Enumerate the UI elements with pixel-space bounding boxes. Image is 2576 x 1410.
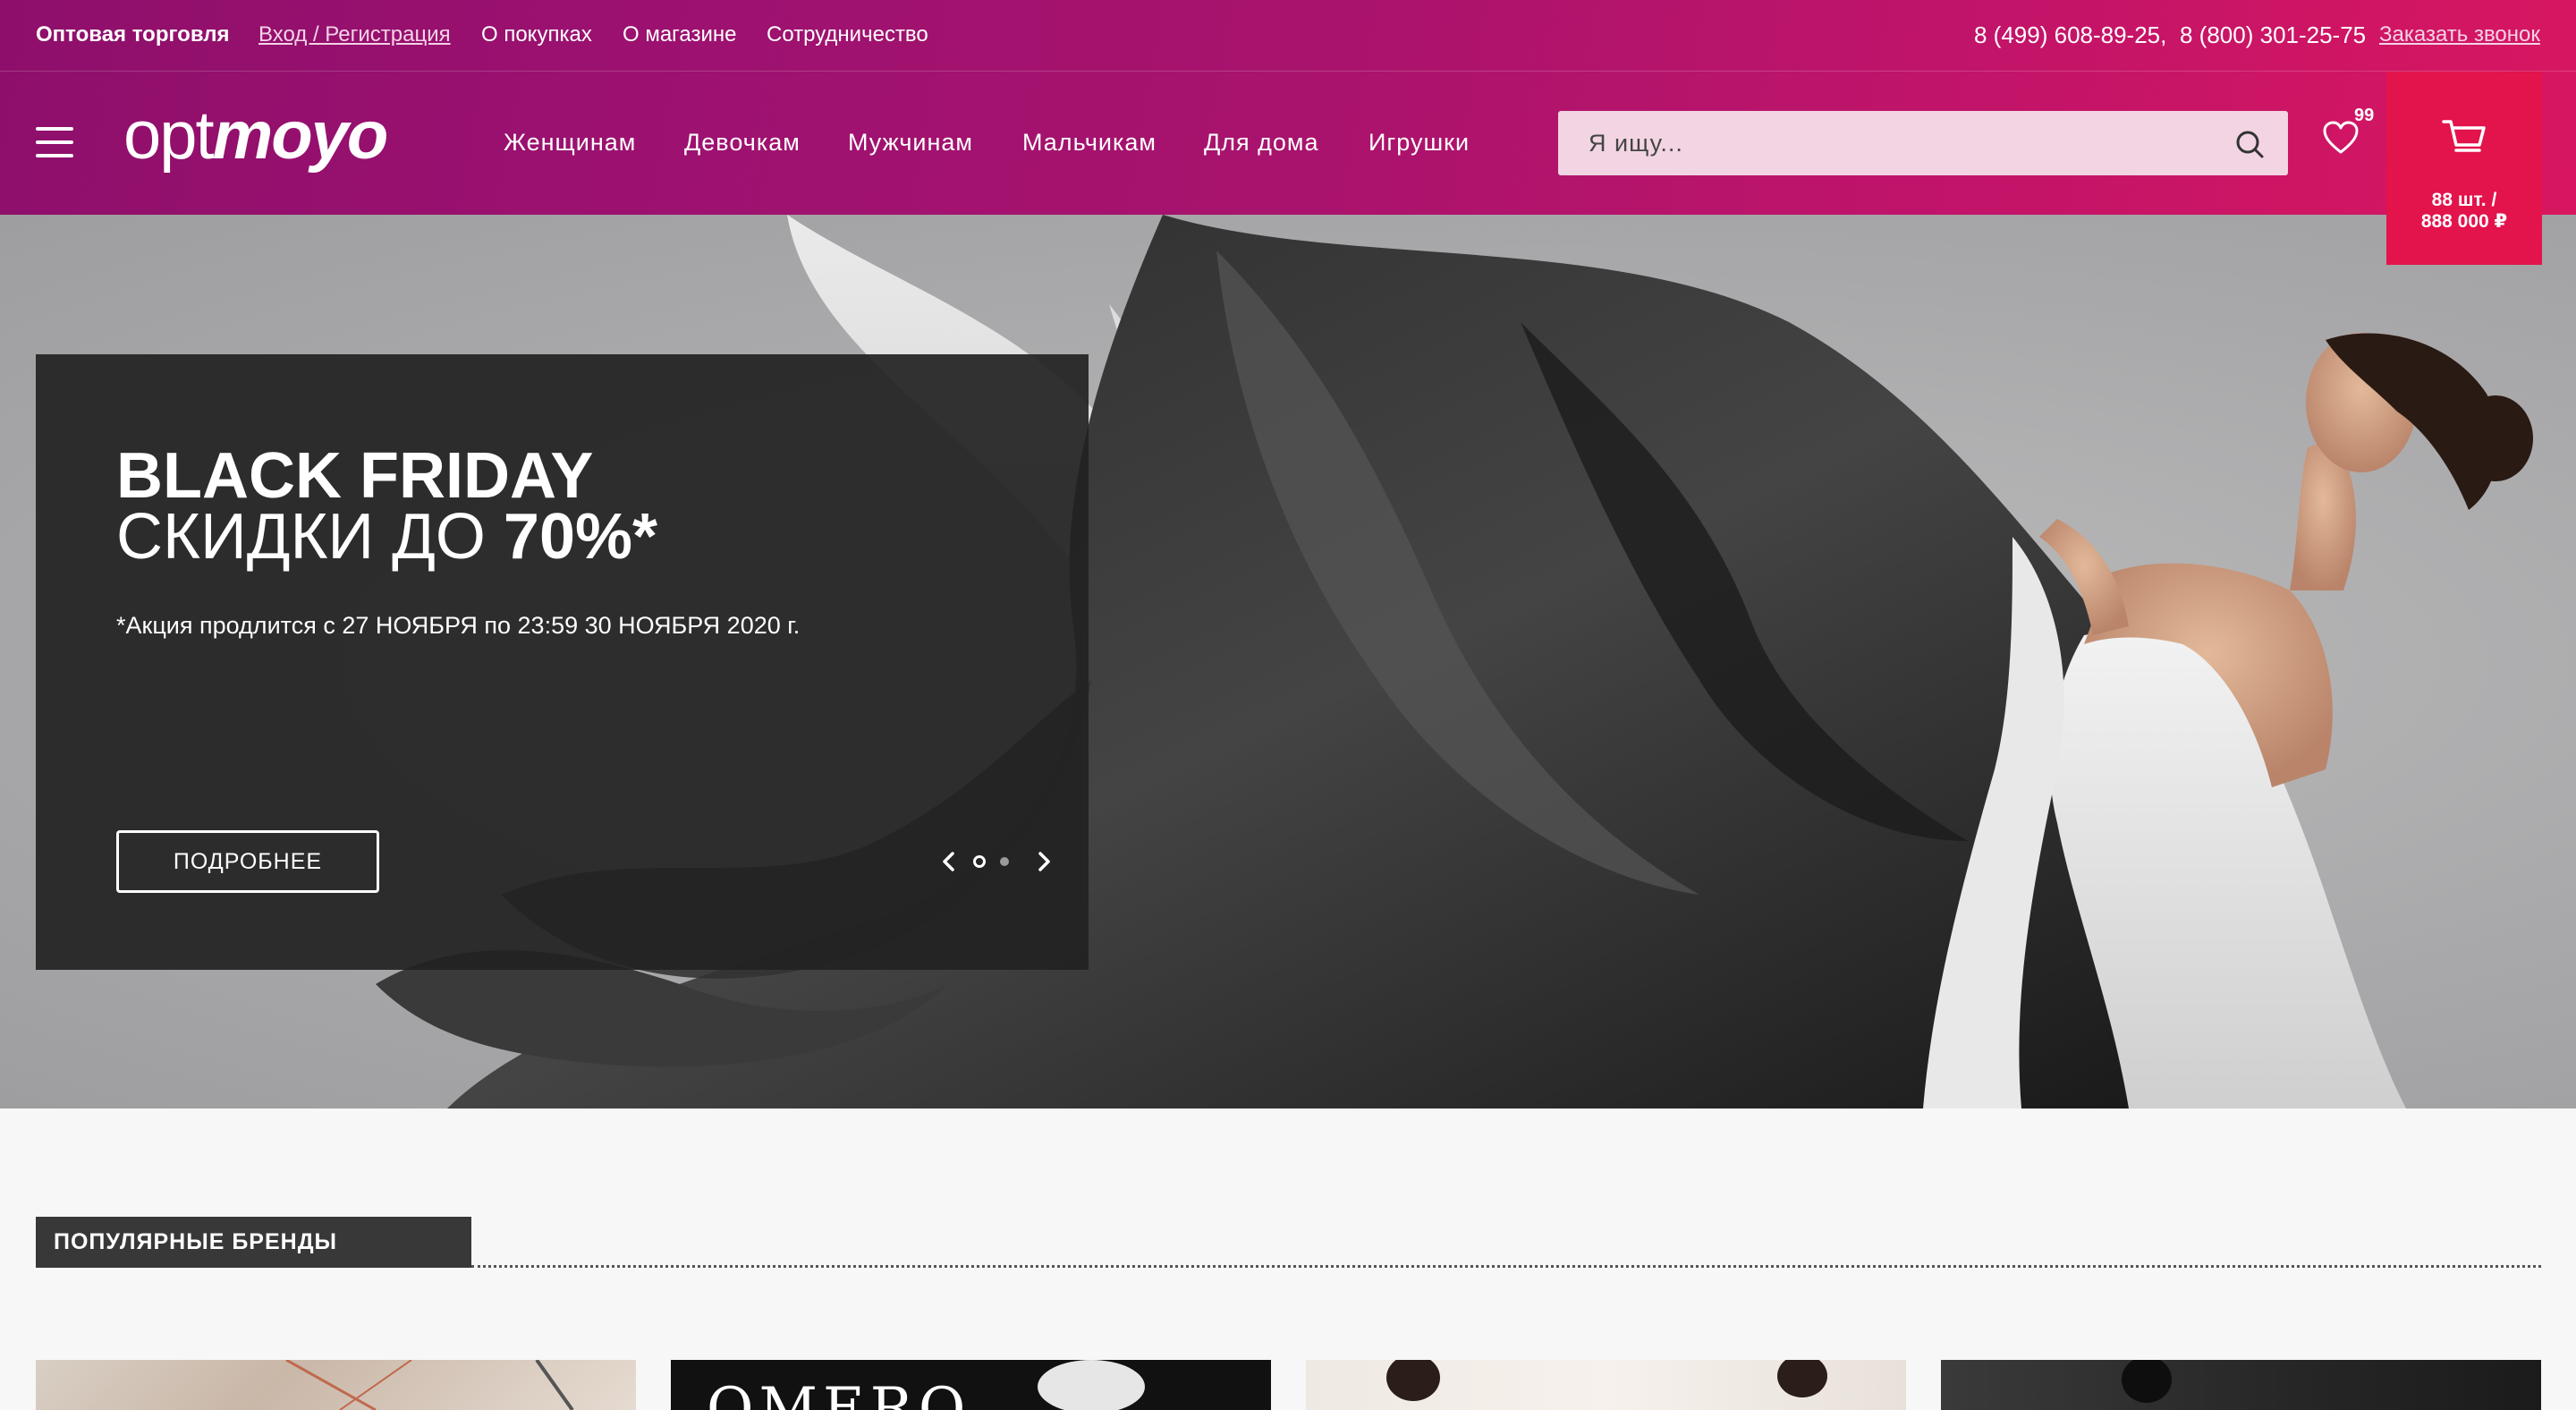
site-header: Оптовая торговля Вход / Регистрация О по… — [0, 0, 2576, 215]
brand-card[interactable] — [1306, 1360, 1906, 1410]
popular-brands-title: ПОПУЛЯРНЫЕ БРЕНДЫ — [54, 1229, 337, 1254]
phone-tollfree[interactable]: 8 (800) 301-25-75 — [2180, 21, 2366, 48]
promo-subtitle: СКИДКИ ДО 70%* — [116, 505, 657, 569]
nav-home[interactable]: Для дома — [1204, 127, 1319, 157]
menu-icon[interactable] — [36, 127, 73, 157]
brand-image — [1386, 1360, 1827, 1401]
brand-card[interactable] — [1941, 1360, 2541, 1410]
brand-image — [1038, 1360, 1145, 1410]
more-details-button[interactable]: ПОДРОБНЕЕ — [116, 830, 379, 893]
top-bar: Оптовая торговля Вход / Регистрация О по… — [0, 0, 2576, 72]
nav-toys[interactable]: Игрушки — [1368, 127, 1470, 157]
nav-women[interactable]: Женщинам — [504, 127, 636, 157]
promo-discount-value: 70%* — [503, 501, 658, 573]
search-icon[interactable] — [2234, 129, 2265, 159]
request-callback-link[interactable]: Заказать звонок — [2379, 21, 2540, 48]
chevron-right-icon[interactable] — [1034, 850, 1054, 873]
wholesale-label: Оптовая торговля — [36, 22, 230, 47]
brand-image — [2122, 1360, 2172, 1403]
promo-title: BLACK FRIDAY — [116, 440, 594, 512]
slider-dot-active[interactable] — [973, 855, 986, 868]
nav-girls[interactable]: Девочкам — [684, 127, 801, 157]
cart-button[interactable]: 88 шт. / 888 000 ₽ — [2386, 72, 2542, 265]
cart-items-count: 88 шт. / — [2431, 190, 2497, 210]
brand-card-omero[interactable]: OMERO — [671, 1360, 1271, 1410]
search-bar — [1558, 111, 2288, 175]
chevron-left-icon[interactable] — [939, 850, 959, 873]
site-logo[interactable]: optmoyo — [123, 98, 389, 174]
logo-part-moyo: moyo — [212, 98, 389, 174]
nav-men[interactable]: Мужчинам — [848, 127, 973, 157]
promo-subtitle-prefix: СКИДКИ ДО — [116, 501, 504, 573]
cart-icon — [2442, 120, 2486, 152]
popular-brands-heading: ПОПУЛЯРНЫЕ БРЕНДЫ — [36, 1217, 471, 1268]
cart-summary: 88 шт. / 888 000 ₽ — [2386, 190, 2542, 233]
section-divider — [471, 1265, 2541, 1268]
login-register-link[interactable]: Вход / Регистрация — [258, 21, 451, 48]
favorites-count-badge: 99 — [2354, 106, 2375, 125]
cooperation-link[interactable]: Сотрудничество — [767, 21, 928, 48]
slider-controls — [902, 845, 1059, 877]
brand-image — [285, 1360, 574, 1410]
promo-terms-note: *Акция продлится с 27 НОЯБРЯ по 23:59 30… — [116, 612, 801, 639]
nav-boys[interactable]: Мальчикам — [1022, 127, 1157, 157]
promo-card: BLACK FRIDAY СКИДКИ ДО 70%* *Акция продл… — [36, 354, 1089, 970]
about-store-link[interactable]: О магазине — [623, 21, 737, 48]
brand-card[interactable] — [36, 1360, 636, 1410]
phone-moscow[interactable]: 8 (499) 608-89-25, — [1974, 21, 2166, 48]
slider-dot[interactable] — [1000, 857, 1009, 866]
cart-total-sum: 888 000 ₽ — [2420, 211, 2508, 232]
search-input[interactable] — [1558, 111, 2220, 175]
about-purchases-link[interactable]: О покупках — [481, 21, 592, 48]
logo-part-opt: opt — [123, 98, 215, 174]
hero-banner[interactable]: BLACK FRIDAY СКИДКИ ДО 70%* *Акция продл… — [0, 215, 2576, 1108]
